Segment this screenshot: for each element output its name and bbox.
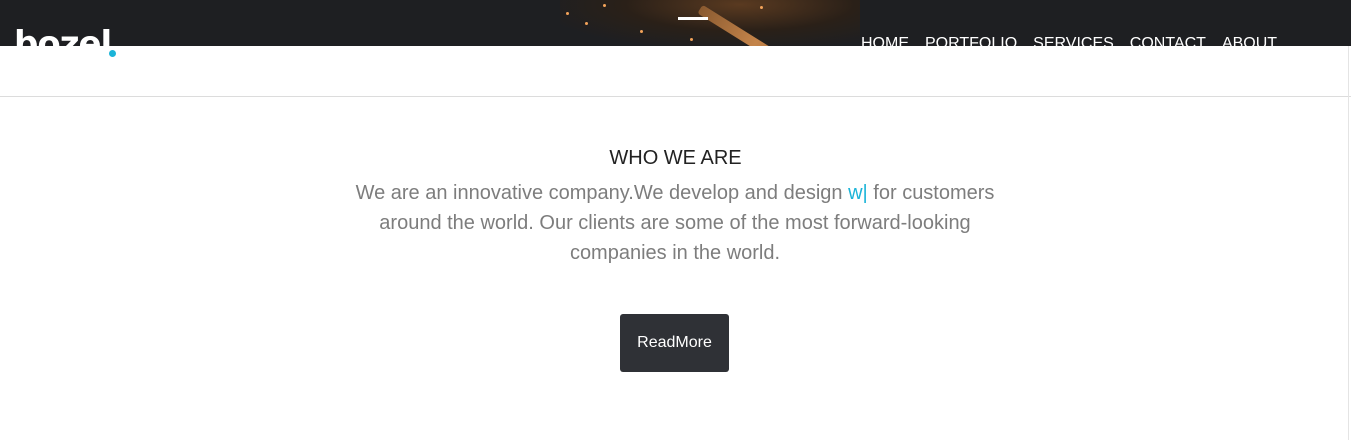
main-nav: HOME PORTFOLIO SERVICES CONTACT ABOUT bbox=[861, 35, 1293, 46]
site-header: bozel HOME PORTFOLIO SERVICES CONTACT AB… bbox=[0, 0, 1351, 46]
menu-bar-icon bbox=[678, 17, 708, 20]
nav-home[interactable]: HOME bbox=[861, 35, 909, 46]
spark-detail bbox=[603, 4, 606, 7]
spark-detail bbox=[690, 38, 693, 41]
header-divider bbox=[0, 96, 1351, 97]
nav-services[interactable]: SERVICES bbox=[1033, 35, 1114, 46]
nav-about[interactable]: ABOUT bbox=[1222, 35, 1277, 46]
spark-detail bbox=[640, 30, 643, 33]
spark-detail bbox=[760, 6, 763, 9]
logo-dot-icon bbox=[109, 50, 116, 57]
typed-word: w| bbox=[848, 182, 868, 204]
scrollbar-edge bbox=[1348, 46, 1349, 440]
spark-detail bbox=[585, 22, 588, 25]
site-logo[interactable]: bozel bbox=[14, 24, 112, 46]
intro-paragraph: We are an innovative company.We develop … bbox=[355, 178, 995, 268]
nav-contact[interactable]: CONTACT bbox=[1130, 35, 1206, 46]
intro-text-start: We are an innovative company.We develop … bbox=[355, 182, 849, 204]
sticky-header-band bbox=[0, 46, 1351, 96]
spark-detail bbox=[566, 12, 569, 15]
nav-portfolio[interactable]: PORTFOLIO bbox=[925, 35, 1017, 46]
read-more-button[interactable]: ReadMore bbox=[620, 314, 729, 372]
menu-toggle-icon[interactable] bbox=[650, 10, 710, 24]
section-title: WHO WE ARE bbox=[609, 147, 742, 169]
page: bozel HOME PORTFOLIO SERVICES CONTACT AB… bbox=[0, 0, 1351, 440]
